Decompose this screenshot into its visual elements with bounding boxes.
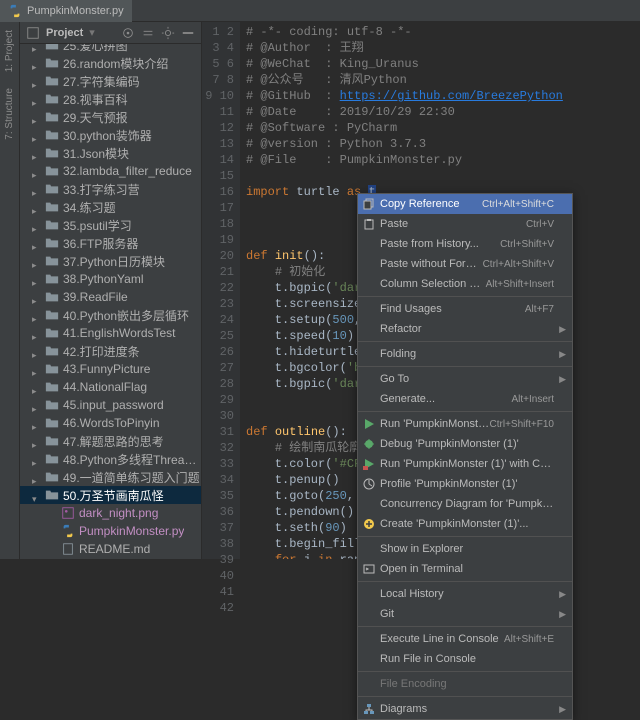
left-tool-rail: 1: Project 7: Structure <box>0 22 20 559</box>
menu-item[interactable]: PasteCtrl+V <box>358 214 572 234</box>
tree-folder[interactable]: 33.打字练习营 <box>20 180 201 198</box>
tree-folder[interactable]: 42.打印进度条 <box>20 342 201 360</box>
coverage-icon <box>362 457 376 471</box>
tree-folder[interactable]: 32.lambda_filter_reduce <box>20 162 201 180</box>
menu-item[interactable]: Local History▶ <box>358 584 572 604</box>
target-icon[interactable] <box>121 26 135 40</box>
create-icon <box>362 517 376 531</box>
tree-folder[interactable]: 28.视事百科 <box>20 90 201 108</box>
python-file-icon <box>8 4 22 18</box>
menu-item[interactable]: Diagrams▶ <box>358 699 572 719</box>
menu-item[interactable]: Open in Terminal <box>358 559 572 579</box>
tree-folder[interactable]: 26.random模块介绍 <box>20 54 201 72</box>
tree-folder[interactable]: 34.练习题 <box>20 198 201 216</box>
tree-folder[interactable]: 25.爱心拼图 <box>20 44 201 54</box>
menu-item[interactable]: Create 'PumpkinMonster (1)'... <box>358 514 572 534</box>
line-gutter: 1 2 3 4 5 6 7 8 9 10 11 12 13 14 15 16 1… <box>202 22 240 559</box>
project-panel: Project ▾ 15.年标16.词云17.picture_read18.pi… <box>20 22 202 559</box>
tree-file[interactable]: PumpkinMonster.py <box>20 522 201 540</box>
file-tab-label: PumpkinMonster.py <box>27 5 124 17</box>
menu-item[interactable]: Run 'PumpkinMonster (1)'Ctrl+Shift+F10 <box>358 414 572 434</box>
tree-folder[interactable]: 41.EnglishWordsTest <box>20 324 201 342</box>
rail-project[interactable]: 1: Project <box>4 22 15 80</box>
diagram-icon <box>362 702 376 716</box>
menu-item[interactable]: Refactor▶ <box>358 319 572 339</box>
menu-item[interactable]: Go To▶ <box>358 369 572 389</box>
tree-folder[interactable]: 43.FunnyPicture <box>20 360 201 378</box>
context-menu: Copy ReferenceCtrl+Alt+Shift+CPasteCtrl+… <box>357 193 573 720</box>
collapse-icon[interactable] <box>141 26 155 40</box>
menu-item[interactable]: Debug 'PumpkinMonster (1)' <box>358 434 572 454</box>
copy-icon <box>362 197 376 211</box>
gear-icon[interactable] <box>161 26 175 40</box>
tree-folder[interactable]: 46.WordsToPinyin <box>20 414 201 432</box>
run-icon <box>362 417 376 431</box>
menu-item[interactable]: Run File in Console <box>358 649 572 669</box>
menu-item[interactable]: Find UsagesAlt+F7 <box>358 299 572 319</box>
hide-icon[interactable] <box>181 26 195 40</box>
menu-item[interactable]: Paste without FormattingCtrl+Alt+Shift+V <box>358 254 572 274</box>
project-header: Project ▾ <box>20 22 201 44</box>
terminal-icon <box>362 562 376 576</box>
tree-folder[interactable]: 44.NationalFlag <box>20 378 201 396</box>
file-tab[interactable]: PumpkinMonster.py <box>0 0 132 22</box>
menu-item: File Encoding <box>358 674 572 694</box>
tree-folder[interactable]: 39.ReadFile <box>20 288 201 306</box>
tree-folder[interactable]: 49.一道简单练习题入门题 <box>20 468 201 486</box>
editor-tabbar: PumpkinMonster.py <box>0 0 640 22</box>
menu-item[interactable]: Paste from History...Ctrl+Shift+V <box>358 234 572 254</box>
project-icon <box>26 26 40 40</box>
project-tree[interactable]: 15.年标16.词云17.picture_read18.picture_down… <box>20 44 201 559</box>
menu-item[interactable]: Run 'PumpkinMonster (1)' with Coverage <box>358 454 572 474</box>
rail-structure[interactable]: 7: Structure <box>4 80 15 148</box>
menu-item[interactable]: Show in Explorer <box>358 539 572 559</box>
tree-folder[interactable]: 35.psutil学习 <box>20 216 201 234</box>
paste-icon <box>362 217 376 231</box>
tree-folder[interactable]: 47.解题思路的思考 <box>20 432 201 450</box>
tree-file[interactable]: README.md <box>20 540 201 558</box>
tree-folder[interactable]: 29.天气预报 <box>20 108 201 126</box>
menu-item[interactable]: Git▶ <box>358 604 572 624</box>
tree-folder[interactable]: 36.FTP服务器 <box>20 234 201 252</box>
menu-item[interactable]: Copy ReferenceCtrl+Alt+Shift+C <box>358 194 572 214</box>
menu-item[interactable]: Folding▶ <box>358 344 572 364</box>
menu-item[interactable]: Execute Line in ConsoleAlt+Shift+E <box>358 629 572 649</box>
tree-folder[interactable]: 37.Python日历模块 <box>20 252 201 270</box>
menu-item[interactable]: Column Selection ModeAlt+Shift+Insert <box>358 274 572 294</box>
debug-icon <box>362 437 376 451</box>
tree-folder[interactable]: 31.Json模块 <box>20 144 201 162</box>
tree-file[interactable]: dark_night.png <box>20 504 201 522</box>
menu-item[interactable]: Concurrency Diagram for 'PumpkinMonster … <box>358 494 572 514</box>
menu-item[interactable]: Profile 'PumpkinMonster (1)' <box>358 474 572 494</box>
menu-item[interactable]: Generate...Alt+Insert <box>358 389 572 409</box>
panel-title: Project <box>46 27 83 39</box>
tree-folder[interactable]: 40.Python嵌出多层循环 <box>20 306 201 324</box>
tree-folder[interactable]: 48.Python多线程Threading知识整理 <box>20 450 201 468</box>
profile-icon <box>362 477 376 491</box>
tree-folder[interactable]: 45.input_password <box>20 396 201 414</box>
tree-folder-selected[interactable]: 50.万圣节画南瓜怪 <box>20 486 201 504</box>
tree-folder[interactable]: 27.字符集编码 <box>20 72 201 90</box>
tree-folder[interactable]: 38.PythonYaml <box>20 270 201 288</box>
tree-folder[interactable]: 30.python装饰器 <box>20 126 201 144</box>
